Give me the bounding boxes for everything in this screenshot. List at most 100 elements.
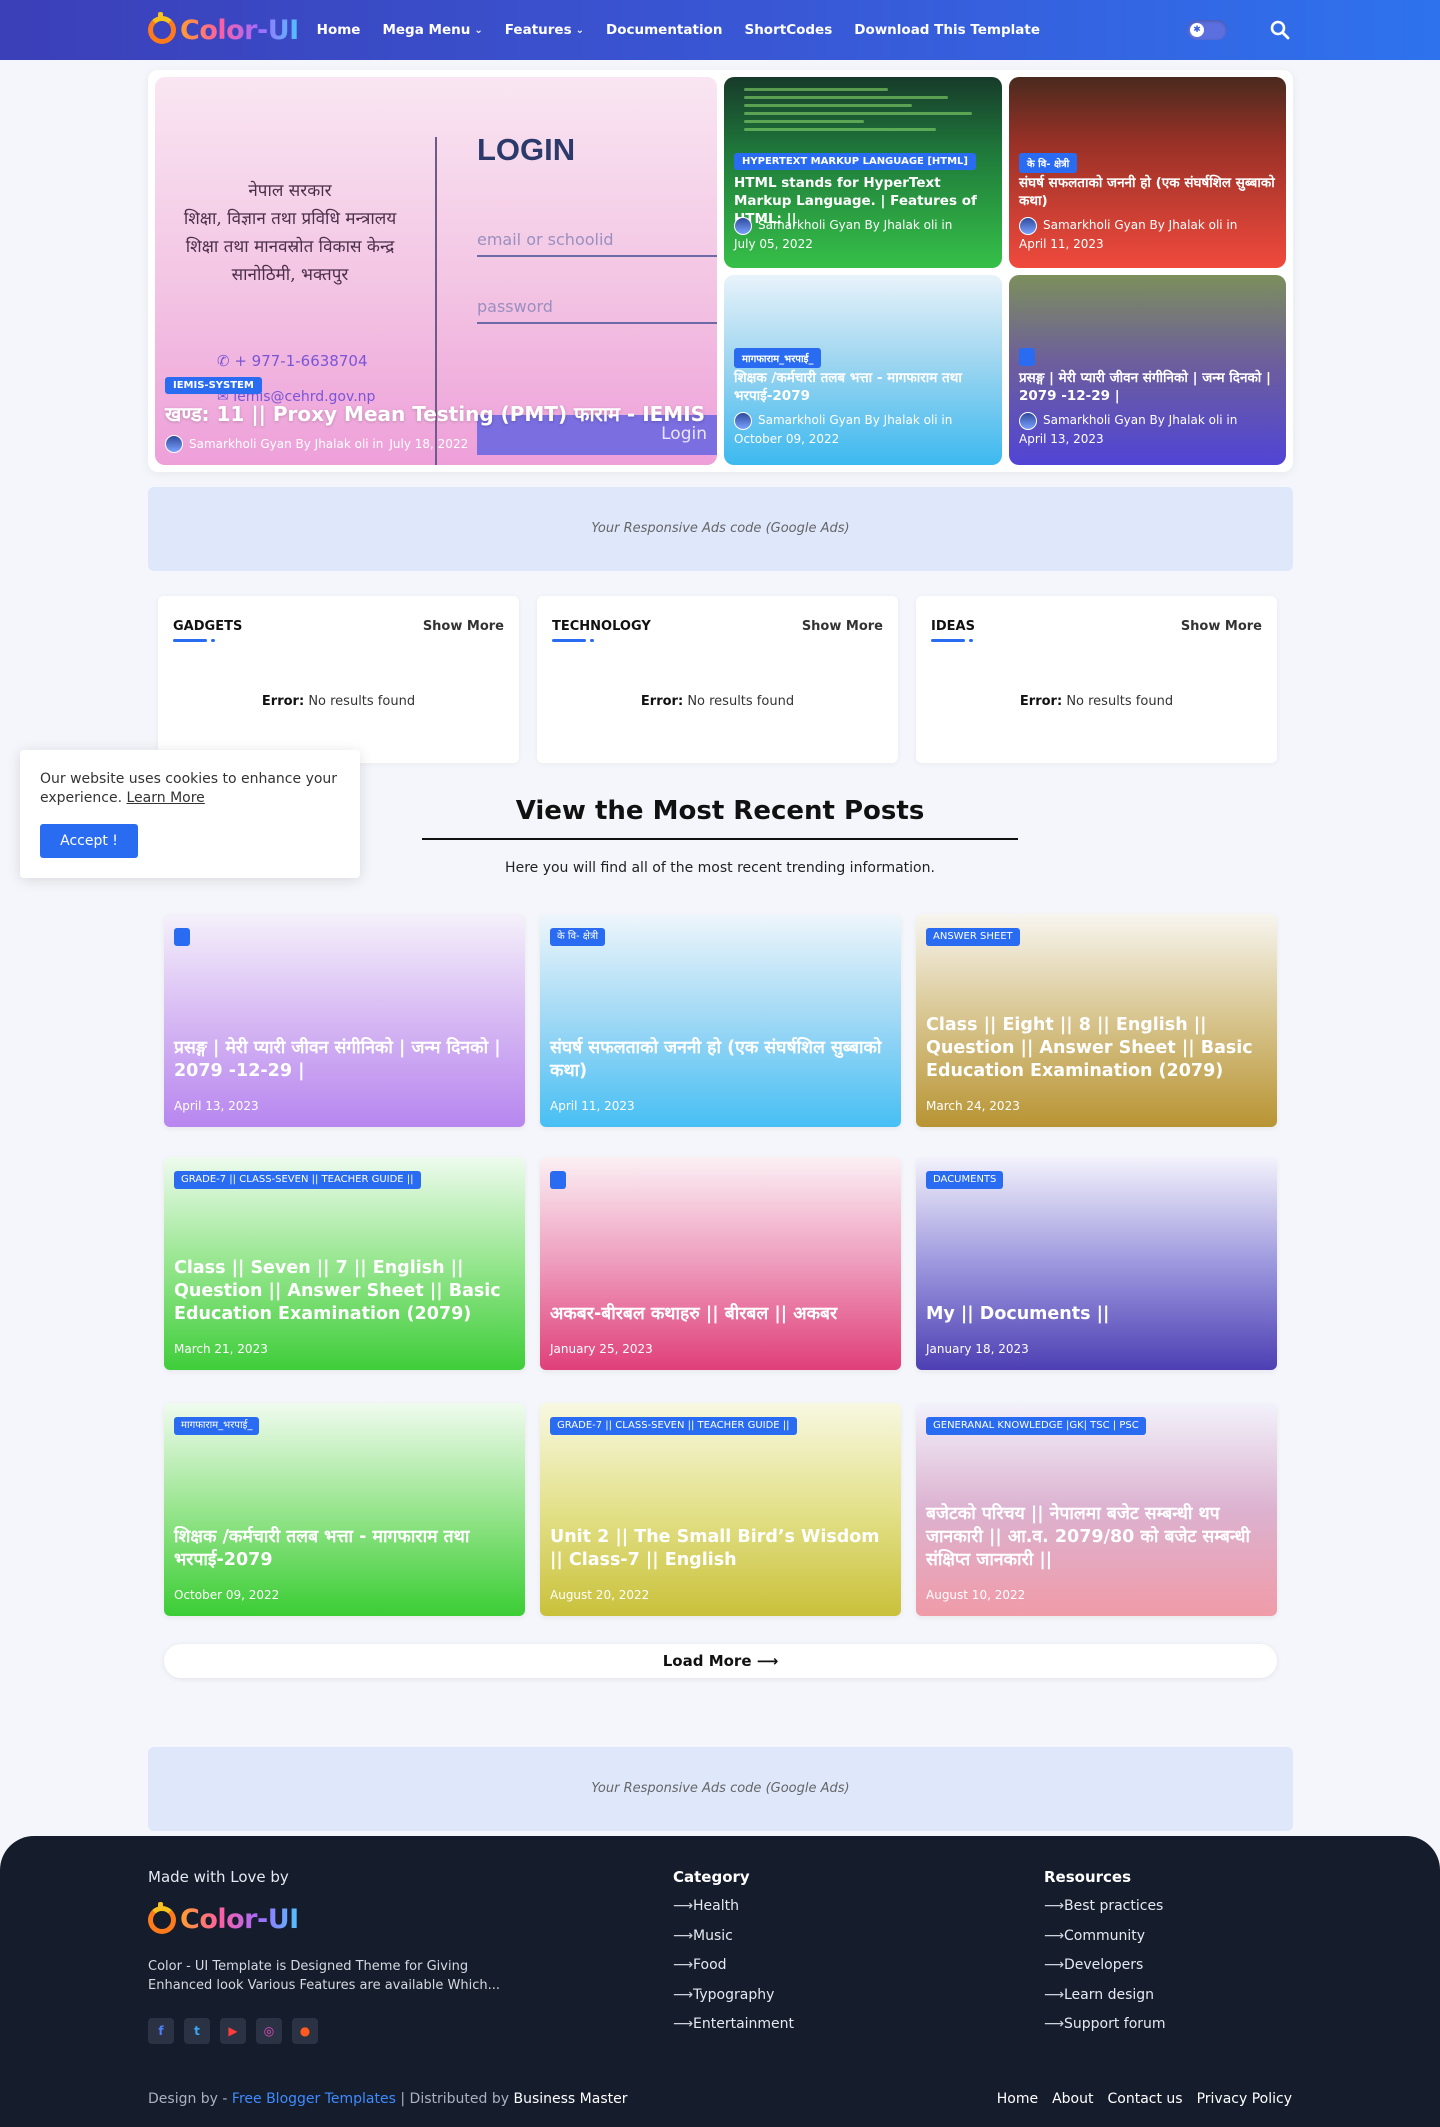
post-author: Samarkholi Gyan By Jhalak oli in	[189, 437, 384, 451]
post-date: March 24, 2023	[926, 1099, 1020, 1113]
footer-link[interactable]: ⟶Best practices	[1044, 1898, 1166, 1928]
post-title[interactable]: शिक्षक /कर्मचारी तलब भत्ता - मागफाराम तथ…	[174, 1526, 515, 1572]
post-title[interactable]: बजेटको परिचय || नेपालमा बजेट सम्बन्धी थप…	[926, 1503, 1267, 1572]
post-label[interactable]	[1019, 348, 1035, 366]
footer-about-link[interactable]: About	[1052, 2091, 1093, 2107]
nav-home[interactable]: Home	[317, 22, 361, 38]
arrow-right-icon: ⟶	[673, 1927, 694, 1944]
post-label[interactable]: ANSWER SHEET	[926, 928, 1020, 946]
featured-post-card[interactable]: प्रसङ्ग | मेरी प्यारी जीवन संगीनिको | जन…	[1009, 275, 1286, 465]
post-date: October 09, 2022	[174, 1588, 280, 1602]
instagram-icon[interactable]: ◎	[256, 2018, 282, 2044]
reddit-icon[interactable]: ●	[292, 2018, 318, 2044]
post-title[interactable]: My || Documents ||	[926, 1303, 1267, 1326]
post-title[interactable]: Unit 2 || The Small Bird’s Wisdom || Cla…	[550, 1526, 891, 1572]
footer-link[interactable]: ⟶Learn design	[1044, 1987, 1166, 2017]
footer-privacy-link[interactable]: Privacy Policy	[1197, 2091, 1292, 2107]
post-title[interactable]: प्रसङ्ग | मेरी प्यारी जीवन संगीनिको | जन…	[174, 1037, 515, 1083]
post-label[interactable]: मागफाराम_भरपाई_	[174, 1417, 260, 1435]
show-more-link[interactable]: Show More	[423, 619, 504, 634]
post-title[interactable]: शिक्षक /कर्मचारी तलब भत्ता - मागफाराम तथ…	[734, 369, 992, 405]
post-title[interactable]: संघर्ष सफलताको जननी हो (एक संघर्षशिल सुब…	[550, 1037, 891, 1083]
post-title[interactable]: प्रसङ्ग | मेरी प्यारी जीवन संगीनिको | जन…	[1019, 369, 1276, 405]
post-label[interactable]: HYPERTEXT MARKUP LANGUAGE [HTML]	[734, 153, 976, 170]
featured-main-post[interactable]: नेपाल सरकार शिक्षा, विज्ञान तथा प्रविधि …	[155, 77, 717, 465]
facebook-icon[interactable]: f	[148, 2018, 174, 2044]
footer-link[interactable]: ⟶Music	[673, 1928, 794, 1958]
footer-link-label: Best practices	[1064, 1898, 1164, 1914]
post-label[interactable]: GRADE-7 || CLASS-SEVEN || TEACHER GUIDE …	[174, 1171, 421, 1189]
show-more-link[interactable]: Show More	[802, 619, 883, 634]
post-title[interactable]: Class || Seven || 7 || English || Questi…	[174, 1257, 515, 1326]
post-card[interactable]: GENERANAL KNOWLEDGE |GK| TSC | PSC बजेटको…	[916, 1403, 1277, 1616]
footer-link[interactable]: ⟶Typography	[673, 1987, 794, 2017]
business-master-link[interactable]: Business Master	[513, 2091, 627, 2107]
post-card[interactable]: प्रसङ्ग | मेरी प्यारी जीवन संगीनिको | जन…	[164, 914, 525, 1127]
error-label: Error:	[261, 694, 305, 709]
post-label[interactable]: के वि- क्षेत्री	[1019, 153, 1078, 173]
post-card[interactable]: मागफाराम_भरपाई_ शिक्षक /कर्मचारी तलब भत्त…	[164, 1403, 525, 1616]
footer-home-link[interactable]: Home	[997, 2091, 1038, 2107]
post-title[interactable]: खण्ड: 11 || Proxy Mean Testing (PMT) फार…	[165, 400, 705, 427]
learn-more-link[interactable]: Learn More	[127, 790, 205, 806]
post-card[interactable]: GRADE-7 || CLASS-SEVEN || TEACHER GUIDE …	[164, 1157, 525, 1370]
nav-download-template[interactable]: Download This Template	[854, 22, 1040, 38]
widget-error: Error: No results found	[537, 694, 898, 709]
dark-mode-toggle[interactable]: ✱	[1187, 20, 1227, 40]
post-date: April 13, 2023	[174, 1099, 259, 1113]
nav-documentation[interactable]: Documentation	[606, 22, 722, 38]
post-label[interactable]: GRADE-7 || CLASS-SEVEN || TEACHER GUIDE …	[550, 1417, 797, 1435]
footer-logo[interactable]: Color-UI	[148, 1901, 299, 1935]
post-label[interactable]	[550, 1171, 566, 1189]
post-card[interactable]: अकबर-बीरबल कथाहरु || बीरबल || अकबर Januar…	[540, 1157, 901, 1370]
load-more-button[interactable]: Load More ⟶	[164, 1644, 1277, 1678]
arrow-right-icon: ⟶	[1044, 1927, 1065, 1944]
search-button[interactable]	[1268, 18, 1292, 42]
nav-label: Mega Menu	[382, 22, 471, 38]
avatar	[1019, 216, 1037, 235]
footer-link-label: Food	[693, 1957, 727, 1973]
post-card[interactable]: के वि- क्षेत्री संघर्ष सफलताको जननी हो (ए…	[540, 914, 901, 1127]
post-date: January 18, 2023	[926, 1342, 1029, 1356]
nav-label: Download This Template	[854, 22, 1041, 38]
arrow-right-icon: ⟶	[673, 2016, 694, 2032]
footer-link[interactable]: ⟶Food	[673, 1957, 794, 1987]
phone-icon: ✆	[217, 352, 235, 370]
show-more-link[interactable]: Show More	[1181, 619, 1262, 634]
post-title[interactable]: Class || Eight || 8 || English || Questi…	[926, 1014, 1267, 1083]
post-label[interactable]: मागफाराम_भरपाई_	[734, 348, 822, 368]
image-line: शिक्षा, विज्ञान तथा प्रविधि मन्त्रालय	[183, 209, 397, 229]
twitter-icon[interactable]: t	[184, 2018, 210, 2044]
post-card[interactable]: DACUMENTS My || Documents || January 18, 2…	[916, 1157, 1277, 1370]
footer-link[interactable]: ⟶Developers	[1044, 1957, 1166, 1987]
post-label[interactable]	[174, 928, 190, 946]
footer-contact-link[interactable]: Contact us	[1107, 2091, 1182, 2107]
post-card[interactable]: ANSWER SHEET Class || Eight || 8 || Engli…	[916, 914, 1277, 1127]
footer-link[interactable]: ⟶Health	[673, 1898, 794, 1928]
nav-shortcodes[interactable]: ShortCodes	[744, 22, 832, 38]
footer-link[interactable]: ⟶Entertainment	[673, 2016, 794, 2046]
footer-link[interactable]: ⟶Community	[1044, 1928, 1166, 1958]
post-label[interactable]: DACUMENTS	[926, 1171, 1004, 1189]
footer-link[interactable]: ⟶Support forum	[1044, 2016, 1166, 2046]
accept-cookies-button[interactable]: Accept !	[40, 824, 138, 858]
post-title[interactable]: अकबर-बीरबल कथाहरु || बीरबल || अकबर	[550, 1303, 891, 1326]
featured-post-card[interactable]: HYPERTEXT MARKUP LANGUAGE [HTML] HTML st…	[724, 77, 1002, 268]
post-card[interactable]: GRADE-7 || CLASS-SEVEN || TEACHER GUIDE …	[540, 1403, 901, 1616]
nav-mega-menu[interactable]: Mega Menu ⌄	[382, 22, 482, 38]
footer-bottom-links: Home About Contact us Privacy Policy	[997, 2091, 1292, 2107]
post-author: Samarkholi Gyan By Jhalak oli in	[758, 413, 953, 427]
post-label[interactable]: के वि- क्षेत्री	[550, 928, 606, 946]
nav-features[interactable]: Features ⌄	[505, 22, 584, 38]
free-blogger-templates-link[interactable]: Free Blogger Templates	[232, 2091, 396, 2107]
featured-post-card[interactable]: मागफाराम_भरपाई_ शिक्षक /कर्मचारी तलब भत्…	[724, 275, 1002, 465]
featured-post-card[interactable]: के वि- क्षेत्री संघर्ष सफलताको जननी हो (…	[1009, 77, 1286, 268]
post-label[interactable]: IEMIS-SYSTEM	[165, 377, 262, 394]
youtube-icon[interactable]: ▶	[220, 2018, 246, 2044]
post-label[interactable]: GENERANAL KNOWLEDGE |GK| TSC | PSC	[926, 1417, 1146, 1435]
cookie-text: Our website uses cookies to enhance your…	[40, 770, 340, 808]
site-logo[interactable]: Color-UI	[148, 12, 299, 46]
arrow-right-icon: ⟶	[673, 1898, 694, 1914]
post-date: April 13, 2023	[1019, 432, 1104, 446]
post-title[interactable]: संघर्ष सफलताको जननी हो (एक संघर्षशिल सुब…	[1019, 174, 1276, 210]
